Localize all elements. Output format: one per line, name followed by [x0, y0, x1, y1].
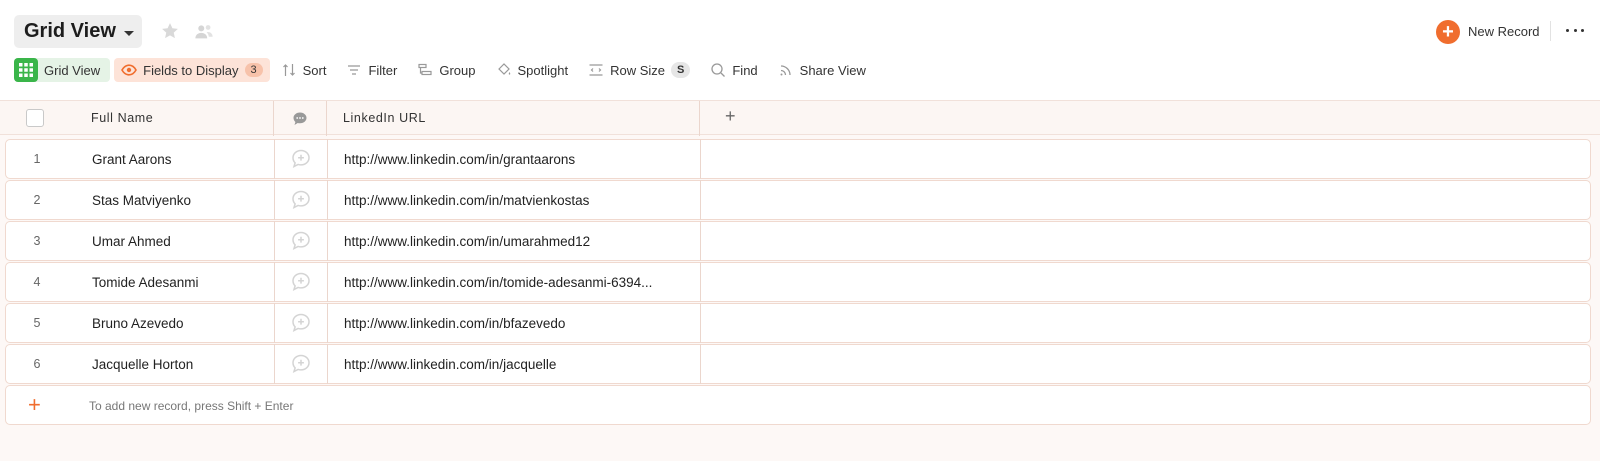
linkedin-url-cell[interactable]: http://www.linkedin.com/in/umarahmed12 [344, 234, 698, 249]
full-name-cell[interactable]: Umar Ahmed [92, 234, 171, 249]
search-icon [711, 63, 726, 77]
spotlight-button[interactable]: Spotlight [496, 58, 569, 82]
comments-column-header [273, 101, 327, 136]
star-icon[interactable] [160, 21, 180, 41]
add-comment-icon[interactable] [274, 344, 328, 384]
table-row[interactable]: 5 Bruno Azevedo http://www.linkedin.com/in… [5, 303, 1591, 343]
share-view-label: Share View [799, 62, 866, 78]
add-comment-icon[interactable] [274, 180, 328, 220]
fields-to-display-button[interactable]: Fields to Display 3 [114, 58, 270, 82]
row-number: 2 [33, 193, 41, 207]
find-label: Find [732, 62, 758, 78]
comment-icon [293, 112, 307, 125]
column-divider [700, 139, 701, 179]
collaborators-icon[interactable] [193, 22, 215, 42]
filter-icon [348, 65, 361, 75]
column-divider [700, 180, 701, 220]
view-title: Grid View [24, 20, 116, 42]
group-icon [418, 63, 432, 76]
table-row[interactable]: 1 Grant Aarons http://www.linkedin.com/in/… [5, 139, 1591, 179]
row-number: 5 [33, 316, 41, 330]
linkedin-url-cell[interactable]: http://www.linkedin.com/in/jacquelle [344, 357, 698, 372]
filter-button[interactable]: Filter [346, 58, 397, 82]
linkedin-url-cell[interactable]: http://www.linkedin.com/in/matvienkostas [344, 193, 698, 208]
linkedin-url-cell[interactable]: http://www.linkedin.com/in/bfazevedo [344, 316, 698, 331]
row-number: 4 [33, 275, 41, 289]
table-row[interactable]: 2 Stas Matviyenko http://www.linkedin.com/… [5, 180, 1591, 220]
paint-bucket-icon [497, 63, 510, 75]
spotlight-label: Spotlight [517, 62, 569, 78]
full-name-cell[interactable]: Tomide Adesanmi [92, 275, 199, 290]
new-record-label: New Record [1468, 24, 1540, 39]
row-size-label: Row Size [610, 62, 666, 78]
column-divider [700, 344, 701, 384]
add-comment-icon[interactable] [274, 221, 328, 261]
full-name-cell[interactable]: Stas Matviyenko [92, 193, 191, 208]
linkedin-url-cell[interactable]: http://www.linkedin.com/in/tomide-adesan… [344, 275, 698, 290]
full-name-cell[interactable]: Bruno Azevedo [92, 316, 184, 331]
sort-icon [282, 64, 295, 76]
add-column-button[interactable]: + [725, 106, 736, 127]
column-header-full-name[interactable]: Full Name [91, 111, 153, 125]
more-options-icon[interactable] [1563, 22, 1587, 38]
filter-label: Filter [368, 62, 398, 78]
full-name-cell[interactable]: Grant Aarons [92, 152, 172, 167]
new-record-button[interactable]: + New Record [1436, 19, 1540, 44]
sort-label: Sort [302, 62, 327, 78]
fields-count-badge: 3 [244, 63, 263, 77]
share-view-button[interactable]: Share View [778, 58, 866, 82]
caret-down-icon [123, 30, 134, 36]
linkedin-url-cell[interactable]: http://www.linkedin.com/in/grantaarons [344, 152, 698, 167]
sort-button[interactable]: Sort [281, 58, 327, 82]
full-name-cell[interactable]: Jacquelle Horton [92, 357, 193, 372]
row-number: 3 [33, 234, 41, 248]
share-icon [780, 65, 791, 76]
header-divider [1550, 21, 1551, 41]
table-row[interactable]: 3 Umar Ahmed http://www.linkedin.com/in/um… [5, 221, 1591, 261]
column-header-linkedin-url[interactable]: LinkedIn URL [343, 111, 426, 125]
row-size-icon [589, 64, 603, 76]
column-divider [700, 303, 701, 343]
add-record-hint: To add new record, press Shift + Enter [89, 399, 294, 413]
add-record-row[interactable]: + To add new record, press Shift + Enter [5, 385, 1591, 425]
grid-view-label: Grid View [44, 62, 101, 78]
view-switcher[interactable]: Grid View [14, 15, 142, 48]
grid-column-header: Full Name LinkedIn URL + [0, 100, 1600, 136]
find-button[interactable]: Find [710, 58, 758, 82]
column-divider [700, 262, 701, 302]
add-comment-icon[interactable] [274, 139, 328, 179]
grid-view-button[interactable]: Grid View [14, 58, 111, 82]
table-row[interactable]: 4 Tomide Adesanmi http://www.linkedin.com/… [5, 262, 1591, 302]
group-button[interactable]: Group [417, 58, 476, 82]
add-record-plus-icon[interactable]: + [28, 392, 41, 418]
add-comment-icon[interactable] [274, 262, 328, 302]
plus-circle-icon: + [1436, 19, 1460, 44]
view-toolbar: Grid View Fields to Display 3 Sort Filte… [14, 58, 886, 82]
grid-icon [14, 58, 38, 82]
add-comment-icon[interactable] [274, 303, 328, 343]
row-number: 1 [33, 152, 41, 166]
fields-label: Fields to Display [143, 62, 239, 78]
row-size-button[interactable]: Row Size S [588, 58, 691, 82]
table-row[interactable]: 6 Jacquelle Horton http://www.linkedin.com… [5, 344, 1591, 384]
row-size-badge: S [671, 62, 691, 78]
eye-icon [121, 64, 138, 76]
select-all-checkbox[interactable] [26, 109, 44, 127]
group-label: Group [439, 62, 476, 78]
column-divider [700, 221, 701, 261]
view-header: Grid View + New Record Grid View Fields … [0, 0, 1600, 100]
row-number: 6 [33, 357, 41, 371]
column-divider [699, 101, 700, 136]
